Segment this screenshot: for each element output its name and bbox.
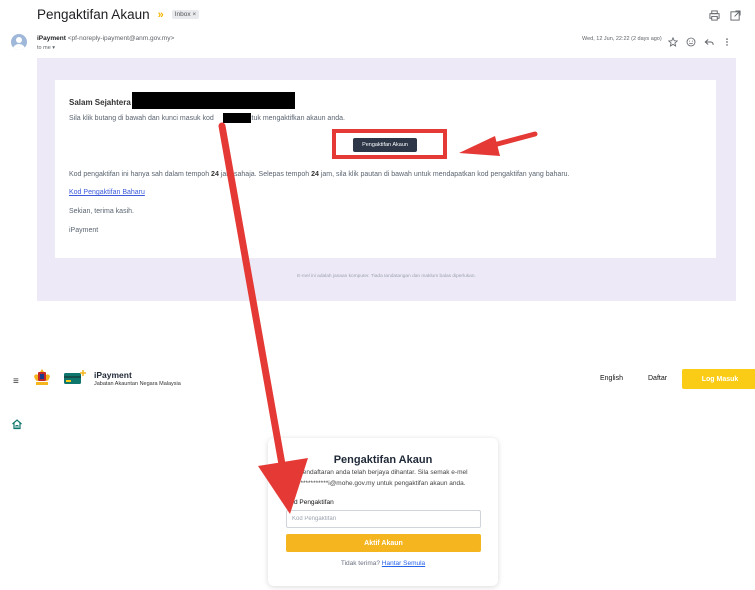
more-vert-icon[interactable] — [722, 34, 732, 52]
print-icon[interactable] — [709, 8, 720, 26]
ipayment-card-logo — [64, 370, 86, 384]
site-brand-title[interactable]: iPayment — [94, 370, 132, 380]
email-footer-note: E-mel ini adalah janaan komputer. Tiada … — [297, 274, 476, 279]
sender-avatar[interactable] — [11, 34, 27, 50]
instruction-text-start: Sila klik butang di bawah dan kunci masu… — [69, 115, 214, 122]
inbox-label-chip[interactable]: Inbox × — [171, 10, 200, 19]
email-subject: Pengaktifan Akaun — [37, 7, 150, 22]
open-in-new-icon[interactable] — [730, 8, 741, 26]
email-content-card: Salam Sejahtera Sila klik butang di bawa… — [55, 80, 716, 258]
email-greeting: Salam Sejahtera — [69, 98, 131, 107]
instruction-text-end: untuk mengaktifkan akaun anda. — [243, 115, 345, 122]
email-validity-note: Kod pengaktifan ini hanya sah dalam temp… — [69, 171, 570, 178]
register-link[interactable]: Daftar — [648, 375, 667, 382]
activation-code-label: Kod Pengaktifan — [286, 499, 334, 506]
activation-title: Pengaktifan Akaun — [333, 454, 433, 466]
star-icon[interactable] — [667, 34, 679, 52]
email-instruction: Sila klik butang di bawah dan kunci masu… — [69, 115, 345, 122]
sender-line: iPayment <pf-noreply-ipayment@anm.gov.my… — [37, 35, 174, 42]
message-date: Wed, 12 Jun, 22:22 (2 days ago) — [582, 36, 662, 42]
message-actions — [667, 34, 732, 52]
activation-message-line1: Pendaftaran anda telah berjaya dihantar.… — [298, 469, 468, 476]
redaction-bar — [132, 92, 295, 109]
recipient-dropdown[interactable]: to me ▾ — [37, 45, 55, 51]
sender-name[interactable]: iPayment — [37, 35, 66, 42]
login-button[interactable]: Log Masuk — [682, 369, 755, 389]
emoji-icon[interactable] — [686, 34, 696, 52]
redaction-bar-code — [223, 113, 251, 123]
activation-code-input[interactable] — [286, 510, 481, 528]
annotation-highlight-box — [332, 129, 447, 159]
account-activation-card: Pengaktifan Akaun Pendaftaran anda telah… — [268, 438, 498, 586]
email-subject-row: Pengaktifan Akaun » Inbox × — [37, 7, 200, 22]
email-thanks: Sekian, terima kasih. — [69, 208, 134, 215]
malaysia-crest-logo — [32, 368, 52, 388]
language-english-link[interactable]: English — [600, 375, 623, 382]
thread-actions — [709, 8, 741, 26]
resend-link[interactable]: Hantar Semula — [382, 560, 425, 567]
sender-email: <pf-noreply-ipayment@anm.gov.my> — [67, 35, 175, 42]
activation-message-line2: ***********i@mohe.gov.my untuk pengaktif… — [300, 480, 466, 487]
resend-row: Tidak terima? Hantar Semula — [268, 560, 498, 567]
hamburger-icon[interactable]: ≡ — [13, 376, 19, 387]
activate-account-button[interactable]: Aktif Akaun — [286, 534, 481, 552]
new-activation-code-link[interactable]: Kod Pengaktifan Baharu — [69, 189, 145, 196]
email-signoff: iPayment — [69, 227, 99, 234]
home-icon[interactable] — [11, 417, 23, 430]
resend-prompt: Tidak terima? — [340, 560, 380, 567]
reply-icon[interactable] — [704, 34, 714, 52]
importance-marker-icon[interactable]: » — [158, 9, 164, 21]
site-brand-subtitle: Jabatan Akauntan Negara Malaysia — [94, 381, 181, 387]
